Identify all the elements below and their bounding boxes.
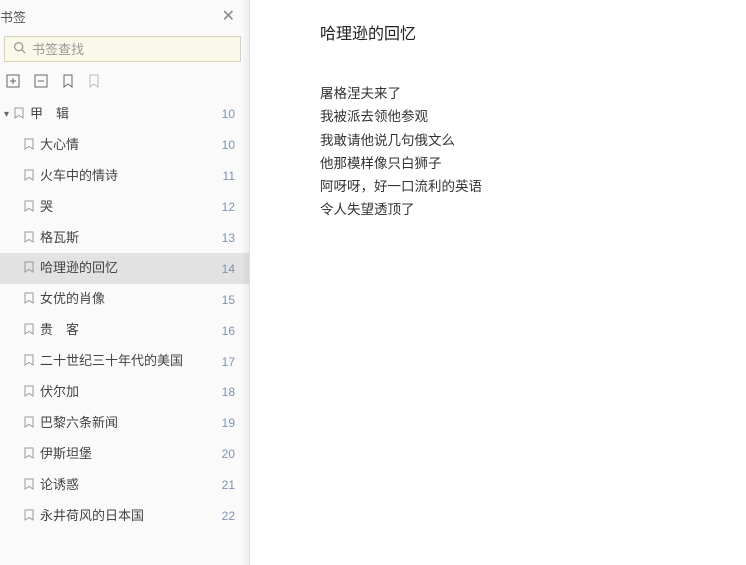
bookmark-icon — [24, 200, 34, 215]
sidebar-header: 书签 ✕ — [0, 0, 249, 32]
toc-page-number: 21 — [216, 478, 235, 492]
toc-page-number: 17 — [216, 355, 235, 369]
chevron-down-icon[interactable]: ▾ — [4, 109, 14, 120]
search-input[interactable] — [32, 42, 232, 57]
poem-line: 他那模样像只白狮子 — [320, 154, 706, 174]
bookmark-icon — [24, 354, 34, 369]
toc-label: 大心情 — [40, 137, 216, 154]
close-icon[interactable]: ✕ — [218, 6, 239, 26]
toc-item[interactable]: 巴黎六条新闻19 — [0, 408, 249, 439]
toc-page-number: 13 — [216, 231, 235, 245]
toc-page-number: 10 — [216, 107, 235, 121]
toc-page-number: 22 — [216, 509, 235, 523]
bookmark-icon — [24, 478, 34, 493]
toc-page-number: 20 — [216, 447, 235, 461]
toc-label: 二十世纪三十年代的美国 — [40, 353, 216, 370]
toc-page-number: 12 — [216, 200, 235, 214]
toc-label: 哭 — [40, 199, 216, 216]
toc-item[interactable]: 哭12 — [0, 192, 249, 223]
page-title: 哈理逊的回忆 — [320, 20, 706, 44]
toc-item[interactable]: 伏尔加18 — [0, 377, 249, 408]
toc-page-number: 11 — [217, 169, 235, 183]
search-box[interactable] — [4, 36, 241, 62]
toc-page-number: 16 — [216, 324, 235, 338]
toc-page-number: 18 — [216, 385, 235, 399]
bookmark-icon — [24, 509, 34, 524]
poem-line: 阿呀呀，好一口流利的英语 — [320, 177, 706, 197]
bookmark-icon — [24, 447, 34, 462]
toc-list[interactable]: ▾甲 辑10大心情10火车中的情诗11哭12格瓦斯13哈理逊的回忆14女优的肖像… — [0, 99, 249, 565]
toc-label: 贵 客 — [40, 322, 216, 339]
poem-line: 我被派去领他参观 — [320, 107, 706, 127]
toc-label: 永井荷风的日本国 — [40, 508, 216, 525]
bookmark-icon — [24, 385, 34, 400]
toc-label: 甲 辑 — [30, 106, 216, 123]
add-bookmark-icon[interactable] — [6, 74, 20, 91]
toc-label: 伊斯坦堡 — [40, 446, 216, 463]
toc-label: 格瓦斯 — [40, 230, 216, 247]
poem-line: 令人失望透顶了 — [320, 200, 706, 220]
bookmark-icon — [24, 323, 34, 338]
toc-item[interactable]: ▾ 甲 辑10 — [0, 99, 249, 130]
bookmark-icon — [24, 261, 34, 276]
remove-bookmark-icon[interactable] — [34, 74, 48, 91]
toc-label: 论诱惑 — [40, 477, 216, 494]
toc-label: 巴黎六条新闻 — [40, 415, 216, 432]
poem-line: 我敢请他说几句俄文么 — [320, 131, 706, 151]
toc-item[interactable]: 大心情10 — [0, 130, 249, 161]
toc-item[interactable]: 论诱惑21 — [0, 470, 249, 501]
toc-page-number: 14 — [216, 262, 235, 276]
toc-label: 火车中的情诗 — [40, 168, 217, 185]
toc-page-number: 10 — [216, 138, 235, 152]
toc-page-number: 19 — [216, 416, 235, 430]
bookmark-icon — [24, 138, 34, 153]
bookmark-icon — [24, 169, 34, 184]
bookmark-filled-icon[interactable] — [62, 74, 74, 91]
sidebar-tab-label: 书签 — [0, 7, 26, 26]
toc-item[interactable]: 伊斯坦堡20 — [0, 439, 249, 470]
toc-item[interactable]: 哈理逊的回忆14 — [0, 253, 249, 284]
bookmark-icon — [14, 107, 24, 122]
toc-item[interactable]: 二十世纪三十年代的美国17 — [0, 346, 249, 377]
toc-item[interactable]: 火车中的情诗11 — [0, 161, 249, 192]
bookmark-icon — [24, 416, 34, 431]
toc-page-number: 15 — [216, 293, 235, 307]
poem-line: 屠格涅夫来了 — [320, 84, 706, 104]
content-area: 哈理逊的回忆 屠格涅夫来了我被派去领他参观我敢请他说几句俄文么他那模样像只白狮子… — [250, 0, 746, 565]
search-icon — [13, 41, 26, 57]
bookmark-outline-icon[interactable] — [88, 74, 100, 91]
toc-item[interactable]: 格瓦斯13 — [0, 223, 249, 254]
toc-label: 女优的肖像 — [40, 291, 216, 308]
bookmark-icon — [24, 231, 34, 246]
poem-body: 屠格涅夫来了我被派去领他参观我敢请他说几句俄文么他那模样像只白狮子阿呀呀，好一口… — [320, 84, 706, 221]
toc-item[interactable]: 女优的肖像15 — [0, 284, 249, 315]
toc-label: 伏尔加 — [40, 384, 216, 401]
bookmark-icon — [24, 292, 34, 307]
toc-item[interactable]: 贵 客16 — [0, 315, 249, 346]
toc-item[interactable]: 永井荷风的日本国22 — [0, 501, 249, 532]
sidebar: 书签 ✕ ▾甲 辑10大心情10火车中的情诗11哭12格瓦斯13哈理逊的回忆14… — [0, 0, 250, 565]
toc-label: 哈理逊的回忆 — [40, 260, 216, 277]
sidebar-toolbar — [0, 70, 249, 99]
